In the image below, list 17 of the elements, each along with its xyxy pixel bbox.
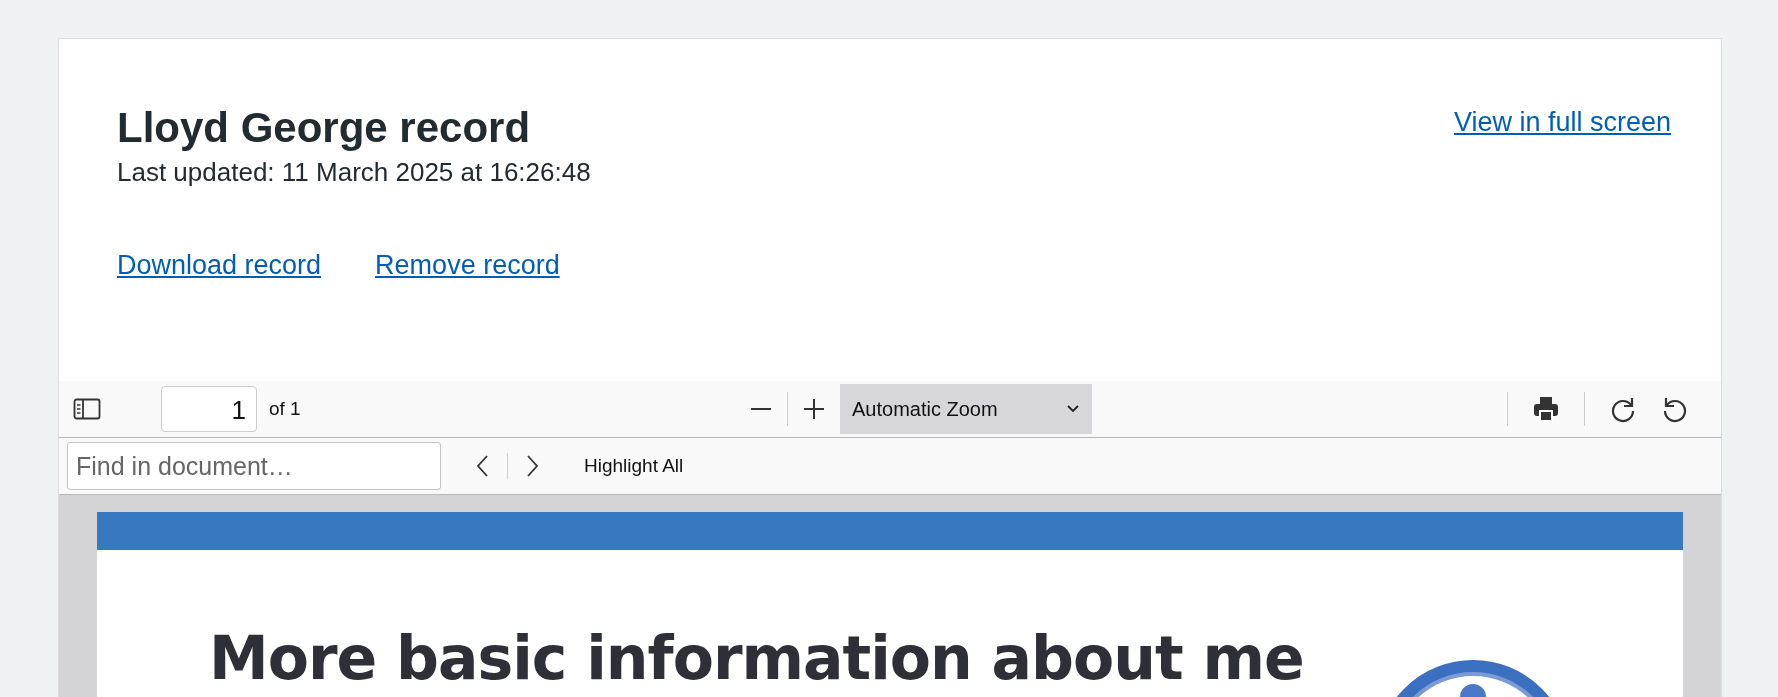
page-number-field[interactable]: 1 <box>161 386 257 432</box>
print-icon[interactable] <box>1532 395 1560 423</box>
last-updated-text: Last updated: 11 March 2025 at 16:26:48 <box>117 157 591 189</box>
record-title: Lloyd George record <box>117 103 532 153</box>
document-heading: More basic information about me <box>209 622 1304 695</box>
highlight-all-button[interactable]: Highlight All <box>584 455 684 477</box>
record-action-link[interactable]: Download record <box>117 250 322 282</box>
zoom-select[interactable]: Automatic Zoom <box>840 384 1092 434</box>
sidebar-toggle-icon[interactable] <box>73 398 101 420</box>
full-screen-link[interactable]: View in full screen <box>1453 107 1671 138</box>
page-count-text: of 1 <box>269 398 301 420</box>
find-input-field[interactable]: Find in document… <box>67 442 441 490</box>
chevron-down-icon <box>1066 404 1080 414</box>
rotate-counterclockwise-icon[interactable] <box>1661 395 1689 423</box>
rotate-clockwise-icon[interactable] <box>1609 395 1637 423</box>
record-action-link[interactable]: Remove record <box>375 250 560 282</box>
zoom-in-icon[interactable] <box>802 397 826 421</box>
